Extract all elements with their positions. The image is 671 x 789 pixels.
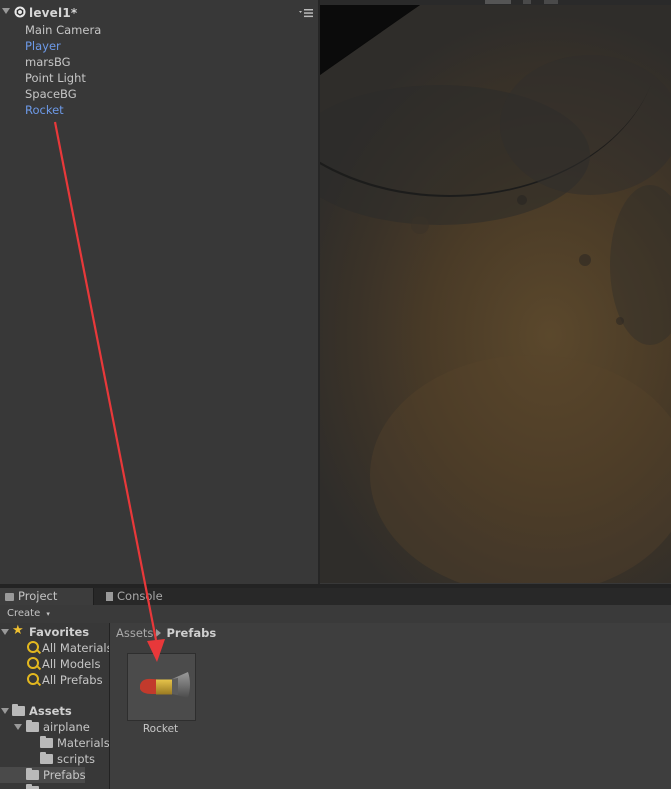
folder-prefabs[interactable]: Prefabs (0, 767, 86, 783)
star-icon: ★ (12, 623, 24, 638)
rocket-prefab-thumbnail-icon (140, 672, 190, 698)
asset-tile-rocket[interactable] (127, 653, 196, 721)
folder-icon (26, 720, 39, 732)
fold-arrow-icon[interactable] (14, 724, 22, 730)
favorites-label: Favorites (29, 625, 90, 639)
folder-label: Prefabs (43, 768, 86, 782)
hierarchy-item-main-camera[interactable]: Main Camera (25, 22, 101, 38)
folder-airplane[interactable]: airplane (0, 719, 109, 735)
fold-arrow-icon[interactable] (1, 629, 9, 635)
folder-label: scripts (57, 752, 96, 766)
tab-project-label: Project (18, 589, 58, 603)
hierarchy-item-point-light[interactable]: Point Light (25, 70, 86, 86)
folder-materials[interactable]: Materials (0, 735, 109, 751)
breadcrumb-prefabs[interactable]: Prefabs (166, 626, 216, 640)
mars-surface-texture (320, 5, 671, 583)
project-folder-tree: ★ Favorites All Materials All Models All… (0, 623, 110, 789)
tab-console-label: Console (117, 589, 163, 603)
create-button-label: Create (7, 608, 41, 619)
dropdown-menu-icon[interactable] (299, 8, 315, 18)
tab-console[interactable]: Console (101, 588, 181, 605)
search-icon (27, 657, 39, 669)
bottom-tab-bar: Project Console (0, 588, 671, 605)
hierarchy-item-marsbg[interactable]: marsBG (25, 54, 71, 70)
scene-toolbar-button[interactable] (485, 0, 511, 4)
chevron-right-icon (156, 629, 162, 637)
chevron-down-icon: ▾ (46, 610, 50, 618)
favorites-item-label: All Prefabs (42, 673, 103, 687)
scene-view[interactable] (320, 5, 671, 583)
console-icon (106, 592, 113, 601)
search-icon (27, 673, 39, 685)
favorites-item-all-prefabs[interactable]: All Prefabs (27, 672, 103, 688)
hierarchy-header[interactable]: level1* (0, 3, 319, 23)
folder-partial[interactable] (0, 783, 109, 789)
project-toolbar: Create ▾ (0, 605, 671, 624)
favorites-row[interactable]: ★ Favorites (0, 623, 109, 640)
favorites-item-all-models[interactable]: All Models (27, 656, 100, 672)
tab-project[interactable]: Project (0, 588, 94, 605)
folder-icon (40, 736, 53, 748)
scene-fold-arrow-icon[interactable] (2, 8, 10, 14)
asset-label-rocket: Rocket (142, 723, 179, 735)
folder-label: airplane (43, 720, 90, 734)
folder-icon (26, 768, 39, 780)
fold-arrow-icon[interactable] (1, 708, 9, 714)
folder-label: Materials (57, 736, 110, 750)
favorites-item-all-materials[interactable]: All Materials (27, 640, 110, 656)
breadcrumb-assets[interactable]: Assets (116, 626, 153, 640)
favorites-item-label: All Models (42, 657, 101, 671)
folder-icon (12, 704, 25, 716)
folder-icon (40, 752, 53, 764)
hierarchy-item-player[interactable]: Player (25, 38, 61, 54)
hierarchy-item-rocket[interactable]: Rocket (25, 102, 64, 118)
project-asset-browser: Assets Prefabs Rocket (110, 623, 671, 789)
search-icon (27, 641, 39, 653)
hierarchy-item-spacebg[interactable]: SpaceBG (25, 86, 77, 102)
assets-row[interactable]: Assets (0, 703, 109, 719)
unity-scene-icon (14, 6, 26, 18)
favorites-item-label: All Materials (42, 641, 110, 655)
create-button[interactable]: Create ▾ (2, 607, 55, 621)
breadcrumb: Assets Prefabs (116, 626, 216, 640)
scene-toolbar-button[interactable] (523, 0, 531, 4)
folder-icon (5, 593, 14, 601)
scene-toolbar-button[interactable] (544, 0, 558, 4)
hierarchy-panel: level1* Main Camera Player marsBG Point … (0, 0, 319, 584)
scene-title[interactable]: level1* (29, 6, 77, 20)
folder-scripts[interactable]: scripts (0, 751, 109, 767)
assets-label: Assets (29, 704, 72, 718)
